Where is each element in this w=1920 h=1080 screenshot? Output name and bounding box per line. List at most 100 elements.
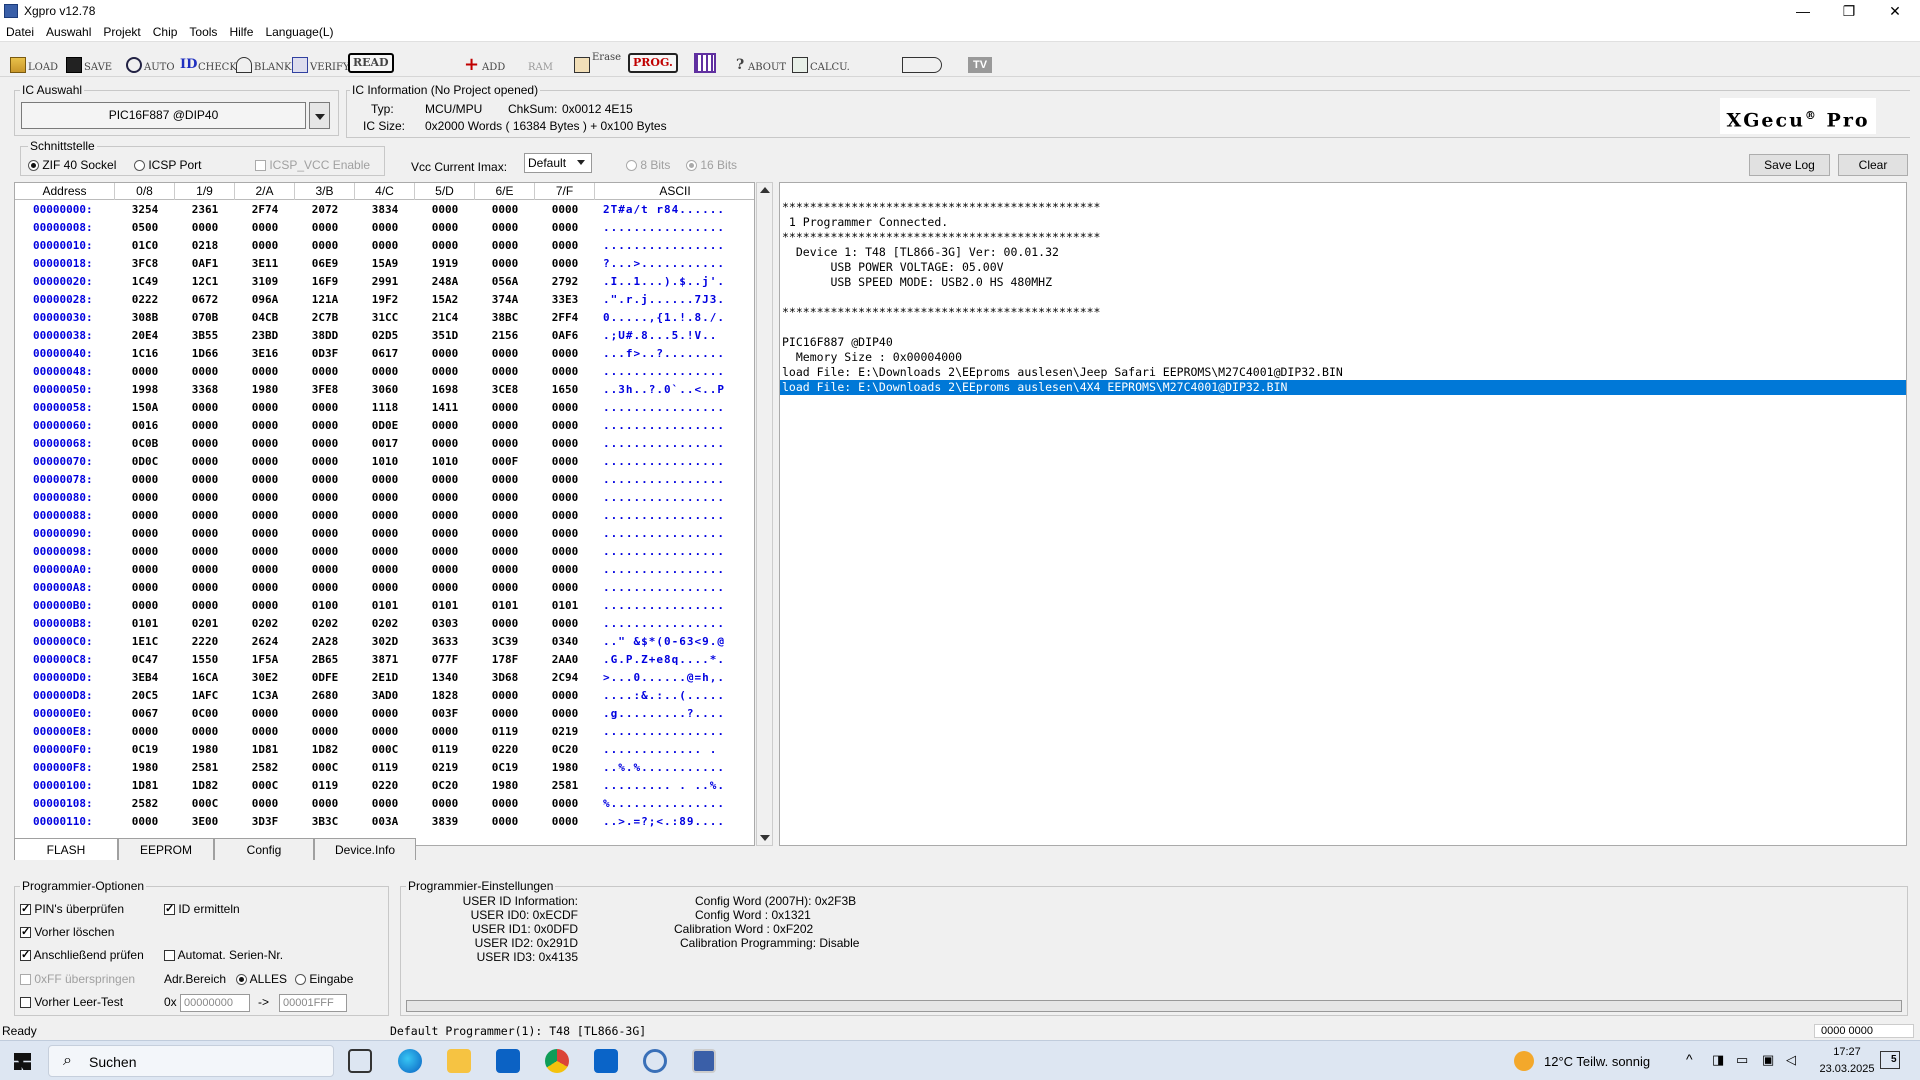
hex-cell[interactable]: 33E3 [539,293,591,306]
hex-cell[interactable]: 1AFC [179,689,231,702]
hex-cell[interactable]: 0000 [479,527,531,540]
hex-cell[interactable]: 0000 [419,725,471,738]
hex-cell[interactable]: 1980 [119,761,171,774]
hex-cell[interactable]: 1D66 [179,347,231,360]
hex-cell[interactable]: 0000 [539,365,591,378]
hex-cell[interactable]: 0101 [419,599,471,612]
hex-cell[interactable]: 0000 [479,221,531,234]
menu-chip[interactable]: Chip [147,22,184,42]
hex-cell[interactable]: 0000 [239,491,291,504]
hex-cell[interactable]: 0000 [359,491,411,504]
hex-cell[interactable]: 0000 [179,581,231,594]
hex-cell[interactable]: 003A [359,815,411,828]
hex-cell[interactable]: 31CC [359,311,411,324]
hex-cell[interactable]: 0000 [539,527,591,540]
scroll-down-icon[interactable] [760,835,770,841]
hex-cell[interactable]: 38DD [299,329,351,342]
hex-row[interactable]: 00000070: 0D0C 0000 0000 0000 1010 1010 000F 000… [15,455,754,473]
hex-cell[interactable]: 1D81 [239,743,291,756]
hex-cell[interactable]: 3368 [179,383,231,396]
hex-cell[interactable]: 1F5A [239,653,291,666]
hex-cell[interactable]: 1980 [179,743,231,756]
task-view-icon[interactable] [348,1049,372,1073]
hex-cell[interactable]: 2581 [539,779,591,792]
hex-cell[interactable]: 0119 [479,725,531,738]
hex-cell[interactable]: 1D82 [179,779,231,792]
bits16-radio[interactable] [686,160,697,172]
hex-cell[interactable]: 070B [179,311,231,324]
hex-cell[interactable]: 0000 [119,563,171,576]
prog-button[interactable]: PROG. [628,49,678,73]
hex-cell[interactable]: 0000 [299,419,351,432]
hex-cell[interactable]: 077F [419,653,471,666]
hex-cell[interactable]: 0DFE [299,671,351,684]
hex-cell[interactable]: 0000 [539,545,591,558]
hex-cell[interactable]: 2F74 [239,203,291,216]
hex-cell[interactable]: 1340 [419,671,471,684]
clock-date[interactable]: 23.03.2025 [1812,1063,1882,1075]
hex-row[interactable]: 00000040: 1C16 1D66 3E16 0D3F 0617 0000 0000 000… [15,347,754,365]
hex-row[interactable]: 00000090: 0000 0000 0000 0000 0000 0000 0000 000… [15,527,754,545]
menu-auswahl[interactable]: Auswahl [40,22,97,42]
hex-cell[interactable]: 0000 [539,437,591,450]
hex-cell[interactable]: 0000 [299,239,351,252]
hex-cell[interactable]: 06E9 [299,257,351,270]
hex-cell[interactable]: 0000 [539,203,591,216]
hex-cell[interactable]: 0000 [539,221,591,234]
hex-cell[interactable]: 0000 [479,617,531,630]
bits16-option[interactable]: 16 Bits [686,158,737,172]
hex-cell[interactable]: 0016 [119,419,171,432]
hex-cell[interactable]: 1D82 [299,743,351,756]
hex-cell[interactable]: 3D68 [479,671,531,684]
hex-cell[interactable]: 0000 [479,257,531,270]
hex-cell[interactable]: 3871 [359,653,411,666]
hex-cell[interactable]: 0000 [539,797,591,810]
hex-cell[interactable]: 0C19 [119,743,171,756]
skip-ff-option[interactable]: 0xFF überspringen [20,972,135,986]
hex-cell[interactable]: 16CA [179,671,231,684]
bits8-option[interactable]: 8 Bits [626,158,670,172]
hex-cell[interactable]: 0000 [299,437,351,450]
hex-cell[interactable]: 0000 [179,563,231,576]
tab-flash[interactable]: FLASH [14,838,118,860]
hex-cell[interactable]: 0000 [479,203,531,216]
hex-cell[interactable]: 2581 [179,761,231,774]
hex-cell[interactable]: 0000 [299,707,351,720]
hex-cell[interactable]: 1980 [539,761,591,774]
hex-cell[interactable]: 0500 [119,221,171,234]
clear-button[interactable]: Clear [1838,154,1908,176]
hex-cell[interactable]: 0000 [359,365,411,378]
hex-cell[interactable]: 0000 [539,473,591,486]
log-panel[interactable]: ****************************************… [779,182,1907,846]
hex-cell[interactable]: 2E1D [359,671,411,684]
hex-cell[interactable]: 374A [479,293,531,306]
hex-cell[interactable]: 0303 [419,617,471,630]
hex-row[interactable]: 00000050: 1998 3368 1980 3FE8 3060 1698 3CE8 165… [15,383,754,401]
hex-cell[interactable]: 0000 [539,347,591,360]
hex-cell[interactable]: 3633 [419,635,471,648]
hex-cell[interactable]: 0000 [179,221,231,234]
hex-cell[interactable]: 0000 [239,725,291,738]
hex-cell[interactable]: 0000 [239,797,291,810]
hex-cell[interactable]: 0000 [539,401,591,414]
hex-row[interactable]: 00000100: 1D81 1D82 000C 0119 0220 0C20 1980 258… [15,779,754,797]
hex-cell[interactable]: 3109 [239,275,291,288]
hex-cell[interactable]: 0000 [119,509,171,522]
hex-cell[interactable]: 0000 [179,491,231,504]
hex-cell[interactable]: 0000 [479,419,531,432]
hex-cell[interactable]: 0000 [419,491,471,504]
hex-cell[interactable]: 0000 [539,689,591,702]
hex-cell[interactable]: 0000 [179,437,231,450]
hex-cell[interactable]: 0000 [299,455,351,468]
icsp-vcc-checkbox[interactable] [255,160,266,172]
hex-row[interactable]: 00000078: 0000 0000 0000 0000 0000 0000 0000 000… [15,473,754,491]
hex-cell[interactable]: 0000 [179,725,231,738]
ic-select-dropdown[interactable] [309,102,330,129]
hex-cell[interactable]: 1550 [179,653,231,666]
hex-cell[interactable]: 0000 [479,239,531,252]
hex-cell[interactable]: 0D0E [359,419,411,432]
hex-cell[interactable]: 1998 [119,383,171,396]
hex-cell[interactable]: 0000 [479,797,531,810]
hex-cell[interactable]: 3EB4 [119,671,171,684]
save-log-button[interactable]: Save Log [1749,154,1830,176]
